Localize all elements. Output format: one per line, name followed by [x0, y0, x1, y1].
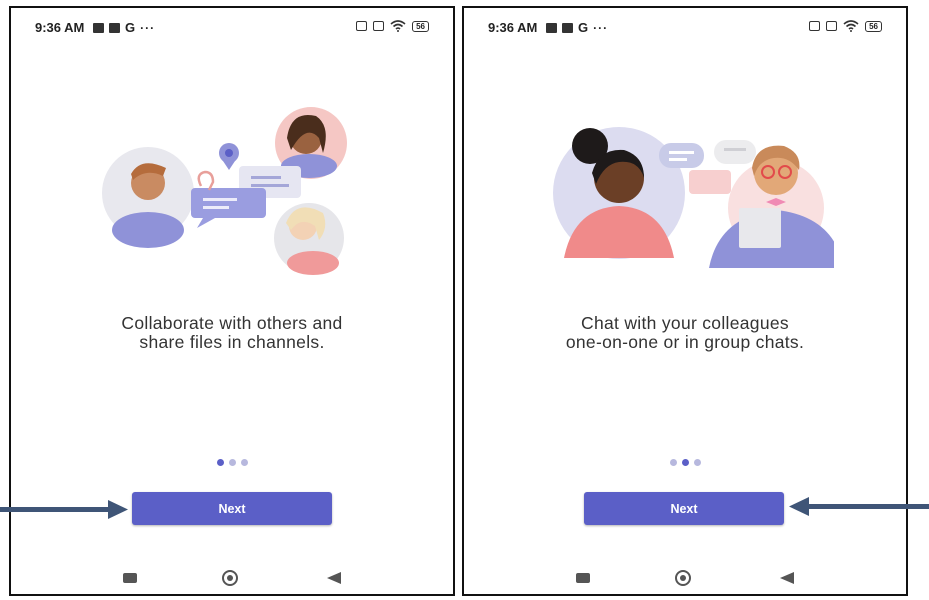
page-dot-2 [228, 459, 236, 466]
notification-icon [93, 22, 104, 33]
battery-icon: 56 [412, 20, 429, 32]
recents-icon[interactable] [123, 573, 137, 583]
page-dot-3 [240, 459, 248, 466]
home-icon[interactable] [222, 570, 238, 586]
status-time: 9:36 AM [488, 20, 538, 35]
caption-line-1: Chat with your colleagues [581, 313, 789, 333]
caption-line-2: one-on-one or in group chats. [565, 332, 805, 352]
page-indicator [11, 459, 453, 466]
wifi-icon [843, 20, 859, 32]
status-bar: 9:36 AM G ··· 56 [488, 20, 882, 40]
page-dot-1 [216, 459, 224, 466]
recents-icon[interactable] [576, 573, 590, 583]
notification-icon [546, 22, 557, 33]
status-time: 9:36 AM [35, 20, 85, 35]
page-dot-1 [669, 459, 677, 466]
caption-line-1: Collaborate with others and [121, 313, 343, 333]
back-icon[interactable] [327, 572, 341, 584]
battery-icon: 56 [865, 20, 882, 32]
back-icon[interactable] [780, 572, 794, 584]
app-notification-icon [109, 22, 120, 33]
google-icon: G [125, 20, 136, 35]
collaborate-illustration [102, 107, 347, 275]
google-icon: G [578, 20, 589, 35]
sim-icon [373, 21, 385, 31]
onboarding-caption: Collaborate with others and share files … [11, 314, 453, 352]
page-indicator [464, 459, 906, 466]
annotation-arrow-right [789, 497, 929, 516]
onboarding-caption: Chat with your colleagues one-on-one or … [464, 314, 906, 352]
sim-icon [826, 21, 838, 31]
status-bar: 9:36 AM G ··· 56 [35, 20, 429, 40]
android-nav-bar [464, 569, 906, 589]
annotation-arrow-left [0, 500, 128, 519]
page-dot-2 [681, 459, 689, 466]
home-icon[interactable] [675, 570, 691, 586]
printer-icon [809, 21, 821, 31]
wifi-icon [390, 20, 406, 32]
more-notifications-icon: ··· [593, 20, 609, 35]
printer-icon [356, 21, 368, 31]
next-button[interactable]: Next [132, 492, 332, 525]
app-notification-icon [562, 22, 573, 33]
next-button[interactable]: Next [584, 492, 784, 525]
android-nav-bar [11, 569, 453, 589]
chat-illustration [553, 127, 834, 268]
page-dot-3 [693, 459, 701, 466]
caption-line-2: share files in channels. [139, 332, 325, 352]
more-notifications-icon: ··· [140, 20, 156, 35]
